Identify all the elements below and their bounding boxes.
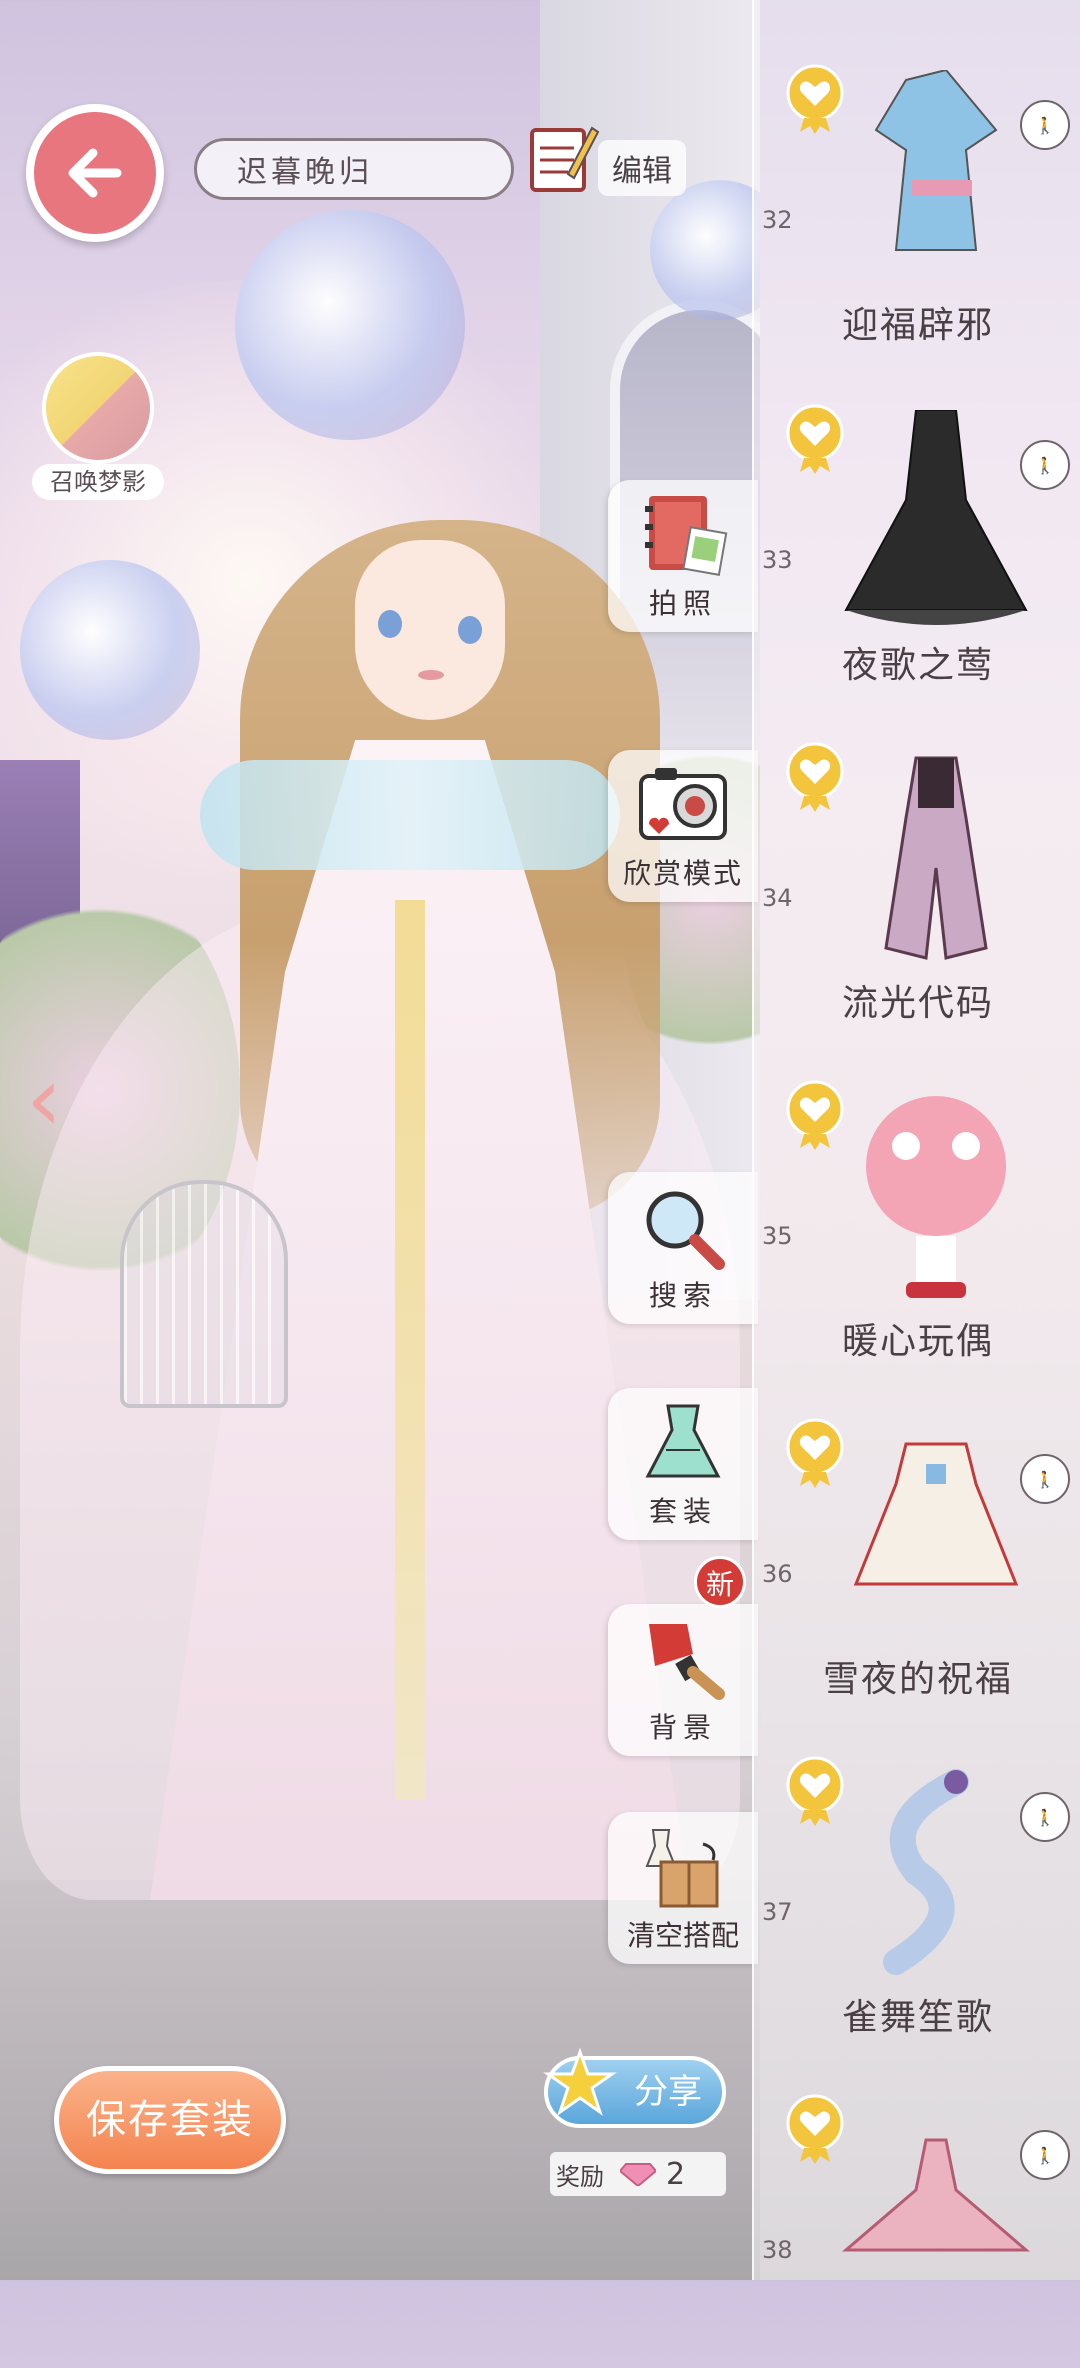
outfit-thumbnail — [874, 70, 998, 251]
character-face — [355, 540, 505, 720]
clear-outfit-label: 清空搭配 — [626, 1919, 739, 1952]
pose-icon[interactable]: 🚶 — [1020, 2130, 1070, 2180]
character-eye — [458, 616, 482, 644]
share-button[interactable]: 分享 — [543, 2047, 726, 2128]
reward-display: 奖励 2 — [550, 2152, 726, 2196]
suit-item[interactable]: 35 暖心玩偶 — [754, 1016, 1080, 1362]
suit-item[interactable]: 36 🚶 雪夜的祝福 — [754, 1354, 1080, 1700]
reward-label: 奖励 — [556, 2162, 604, 2191]
share-label: 分享 — [634, 2072, 702, 2112]
birdcage — [120, 1180, 288, 1408]
suit-number: 35 — [762, 1222, 793, 1250]
suit-number: 32 — [762, 206, 793, 234]
summon-dream-shadow-button[interactable]: 召唤梦影 — [28, 352, 168, 502]
new-badge: 新 — [694, 1556, 746, 1608]
suits-button[interactable]: 套装 — [608, 1388, 758, 1540]
appreciation-mode-label: 欣赏模式 — [622, 857, 743, 890]
save-outfit-button[interactable]: 保存套装 — [54, 2066, 286, 2174]
chevron-left-icon[interactable]: ‹ — [26, 1050, 96, 1150]
box-icon — [645, 1829, 719, 1908]
suits-label: 套装 — [648, 1495, 717, 1528]
summon-label: 召唤梦影 — [32, 464, 164, 500]
dress-ribbon — [395, 900, 425, 1800]
background-button[interactable]: 背景 — [608, 1604, 758, 1756]
edit-label: 编辑 — [612, 154, 672, 189]
outfit-name-text: 迟暮晚归 — [237, 155, 373, 190]
suit-item[interactable]: 37 🚶 雀舞笙歌 — [754, 1692, 1080, 2038]
suit-number: 33 — [762, 546, 793, 574]
suit-item[interactable]: 34 流光代码 — [754, 678, 1080, 1024]
outfit-thumbnail — [841, 2138, 1031, 2252]
suit-list-panel[interactable]: 32 🚶 迎福辟邪 33 🚶 夜歌之莺 34 流光代码 35 暖心玩偶 36 🚶… — [752, 0, 1080, 2280]
suit-number: 36 — [762, 1560, 793, 1588]
summon-avatar — [42, 352, 154, 464]
suit-number: 34 — [762, 884, 793, 912]
search-button[interactable]: 搜索 — [608, 1172, 758, 1324]
photo-button[interactable]: 拍照 — [608, 480, 758, 632]
outfit-thumbnail — [883, 1769, 969, 1975]
character-eye — [378, 610, 402, 638]
star-hand-icon — [543, 2047, 617, 2116]
background-label: 背景 — [648, 1711, 717, 1744]
suit-number: 37 — [762, 1898, 793, 1926]
arrow-left-icon — [68, 148, 122, 198]
paint-brush-icon — [649, 1624, 725, 1700]
diamond-icon — [620, 2163, 656, 2186]
search-icon — [646, 1191, 725, 1270]
save-outfit-label: 保存套装 — [86, 2097, 254, 2143]
photo-album-icon — [645, 496, 728, 576]
suit-item[interactable]: 32 🚶 迎福辟邪 — [754, 0, 1080, 346]
outfit-thumbnail — [853, 1442, 1019, 1586]
back-button[interactable] — [26, 104, 164, 242]
search-label: 搜索 — [648, 1279, 717, 1312]
pose-icon[interactable]: 🚶 — [1020, 100, 1070, 150]
outfit-thumbnail — [844, 410, 1028, 625]
outfit-thumbnail — [866, 1096, 1006, 1298]
outfit-name-field[interactable]: 迟暮晚归 — [194, 138, 514, 200]
suit-number: 38 — [762, 2236, 793, 2264]
notebook-pencil-icon[interactable] — [528, 118, 600, 196]
hanging-flower-ball — [20, 560, 200, 740]
pose-icon[interactable]: 🚶 — [1020, 1792, 1070, 1842]
character-lips — [418, 670, 444, 680]
photo-label: 拍照 — [648, 587, 717, 620]
dress-icon — [645, 1404, 721, 1478]
reward-count: 2 — [666, 2156, 686, 2192]
appreciation-mode-button[interactable]: 欣赏模式 — [608, 750, 758, 902]
edit-button[interactable]: 编辑 — [598, 140, 686, 196]
feather-boa — [200, 760, 620, 870]
pose-icon[interactable]: 🚶 — [1020, 440, 1070, 490]
clear-outfit-button[interactable]: 清空搭配 — [608, 1812, 758, 1964]
suit-item[interactable]: 38 🚶 — [754, 2030, 1080, 2368]
camera-icon — [639, 768, 727, 840]
hanging-flower-ball — [235, 210, 465, 440]
outfit-thumbnail — [884, 756, 988, 960]
suit-item[interactable]: 33 🚶 夜歌之莺 — [754, 340, 1080, 686]
pose-icon[interactable]: 🚶 — [1020, 1454, 1070, 1504]
